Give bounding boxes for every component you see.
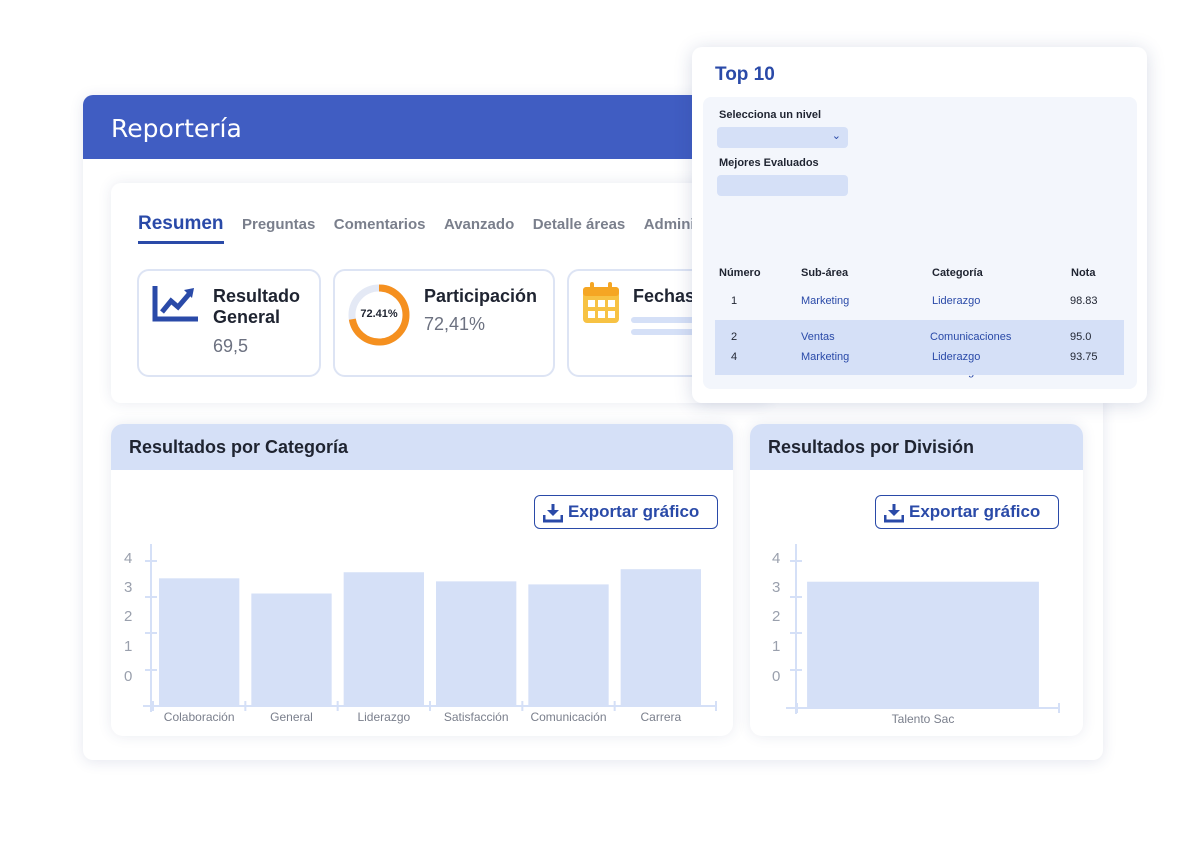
resultado-general-value: 69,5 — [213, 336, 249, 356]
table-row[interactable]: 1 Marketing Liderazgo 98.83 — [715, 284, 1124, 319]
calendar-icon — [583, 282, 619, 323]
bar — [620, 569, 701, 706]
export-chart-label: Exportar gráfico — [568, 502, 700, 521]
best-label: Mejores Evaluados — [719, 157, 819, 169]
y-tick-label: 3 — [124, 579, 132, 596]
top10-popup: Top 10 Selecciona un nivel ⌄ Mejores Eva… — [692, 47, 1147, 403]
row-subarea: Marketing — [801, 295, 850, 307]
y-tick-label: 2 — [124, 608, 132, 625]
top10-title: Top 10 — [715, 64, 775, 85]
x-tick-label: General — [270, 710, 313, 724]
panel-resultados-division: Resultados por División 4 3 2 1 0 Talento Sac… — [750, 424, 1083, 736]
column-header-subarea: Sub-área — [801, 267, 849, 279]
row-subarea: Marketing — [801, 351, 850, 363]
tab-detalle-areas[interactable]: Detalle áreas — [533, 216, 626, 239]
tab-resumen[interactable]: Resumen — [138, 213, 224, 244]
row-categoria: Liderazgo — [932, 351, 981, 363]
donut-label: 72.41% — [360, 308, 398, 320]
level-select[interactable]: ⌄ — [717, 127, 848, 148]
participacion-card: 72.41% Participación 72,41% — [333, 269, 555, 377]
x-tick-label: Liderazgo — [357, 710, 410, 724]
download-icon — [543, 504, 563, 523]
x-tick-label: Carrera — [640, 710, 681, 724]
bar — [343, 572, 424, 706]
chevron-down-icon: ⌄ — [831, 130, 841, 142]
y-tick-label: 0 — [772, 668, 780, 685]
summary-section: Resumen Preguntas Comentarios Avanzado D… — [111, 183, 771, 403]
tab-preguntas[interactable]: Preguntas — [242, 216, 315, 239]
resultado-general-title: Resultado General — [213, 286, 301, 327]
bar — [807, 581, 1039, 708]
table-row[interactable]: 4 Marketing Liderazgo 93.75 — [715, 340, 1124, 375]
export-chart-button[interactable]: Exportar gráfico — [534, 495, 718, 529]
y-tick-label: 4 — [124, 550, 132, 567]
tab-comentarios[interactable]: Comentarios — [334, 216, 426, 239]
resultado-general-card: Resultado General 69,5 — [137, 269, 321, 377]
y-tick-label: 1 — [772, 638, 780, 655]
tab-bar: Resumen Preguntas Comentarios Avanzado D… — [138, 213, 717, 244]
x-tick-label: Colaboración — [164, 710, 235, 724]
row-nota: 93.75 — [1070, 351, 1098, 363]
export-chart-button[interactable]: Exportar gráfico — [875, 495, 1059, 529]
chart-division: 4 3 2 1 0 Talento Sac — [772, 544, 1060, 726]
best-evaluated-field[interactable] — [717, 175, 848, 196]
fechas-title: Fechas — [633, 286, 696, 306]
bar — [159, 578, 240, 706]
y-tick-label: 0 — [124, 668, 132, 685]
export-chart-label: Exportar gráfico — [909, 502, 1041, 521]
bar — [528, 584, 609, 706]
x-tick-label: Comunicación — [530, 710, 606, 724]
column-header-nota: Nota — [1071, 267, 1096, 279]
row-number: 1 — [731, 295, 738, 307]
download-icon — [884, 504, 904, 523]
y-tick-label: 2 — [772, 608, 780, 625]
panel-resultados-categoria: Resultados por Categoría 4 3 2 1 0 Colaboraci… — [111, 424, 733, 736]
x-tick-label: Satisfacción — [444, 710, 509, 724]
row-nota: 98.83 — [1070, 295, 1098, 307]
y-tick-label: 4 — [772, 550, 780, 567]
bar — [436, 581, 517, 706]
column-header-numero: Número — [719, 267, 761, 279]
tab-avanzado[interactable]: Avanzado — [444, 216, 514, 239]
page: Reportería Resumen Preguntas Comentarios… — [0, 0, 1185, 859]
column-header-categoria: Categoría — [932, 267, 983, 279]
level-label: Selecciona un nivel — [719, 109, 822, 121]
y-tick-label: 1 — [124, 638, 132, 655]
x-tick-label: Talento Sac — [892, 712, 955, 726]
bar — [251, 593, 332, 706]
row-categoria: Liderazgo — [932, 295, 981, 307]
trending-up-icon — [152, 286, 198, 322]
participacion-title: Participación — [424, 286, 538, 306]
chart-categoria: 4 3 2 1 0 Colaboración General Liderazgo Satisfa… — [124, 544, 717, 724]
participacion-value: 72,41% — [424, 314, 486, 334]
row-number: 4 — [731, 351, 738, 363]
y-tick-label: 3 — [772, 579, 780, 596]
